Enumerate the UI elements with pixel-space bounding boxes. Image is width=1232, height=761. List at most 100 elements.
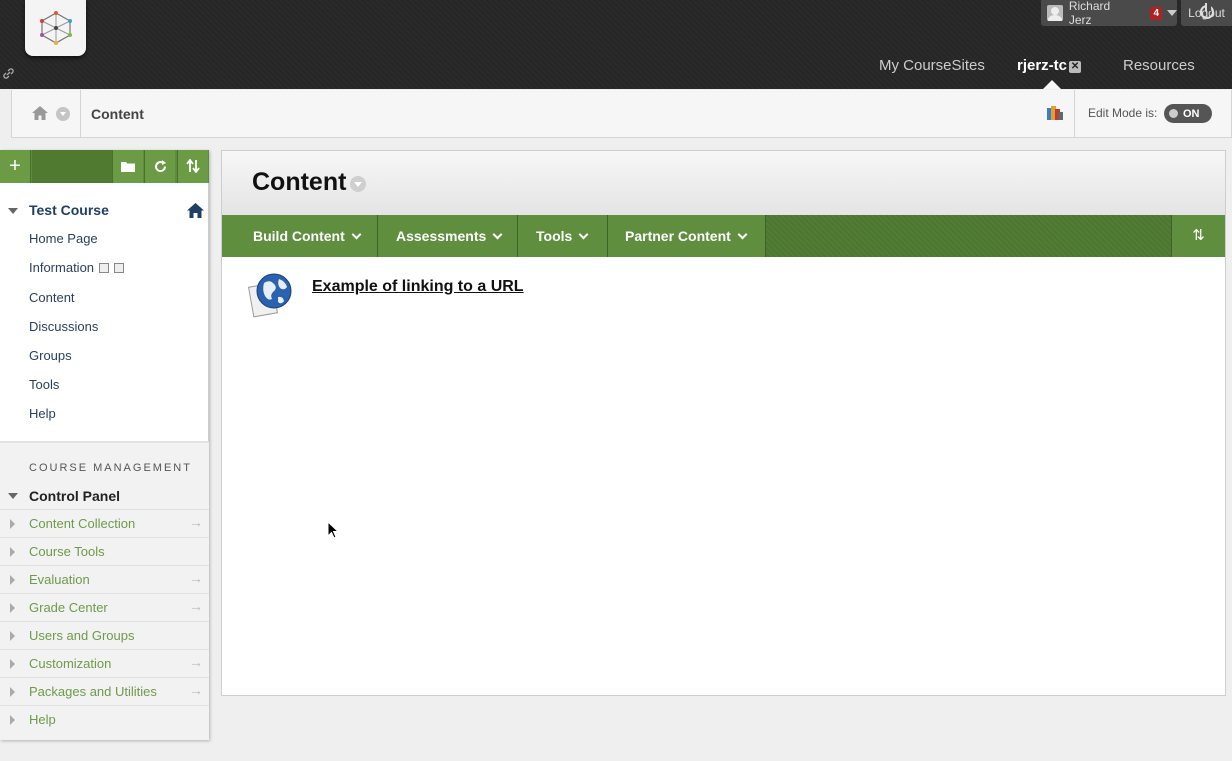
arrow-right-icon: → bbox=[189, 682, 203, 698]
control-panel-item-label: Grade Center bbox=[29, 600, 108, 615]
menu-item-content[interactable]: Content bbox=[29, 290, 75, 305]
home-icon[interactable] bbox=[32, 106, 48, 120]
mouse-cursor-icon bbox=[327, 521, 339, 539]
expand-icon bbox=[10, 687, 15, 697]
folder-icon bbox=[121, 162, 135, 172]
expand-icon bbox=[10, 603, 15, 613]
edit-mode-toggle[interactable]: ON bbox=[1164, 104, 1212, 123]
edit-mode-label: Edit Mode is: bbox=[1088, 106, 1158, 120]
course-management-header: COURSE MANAGEMENT bbox=[29, 462, 192, 474]
folder-view-button[interactable] bbox=[112, 150, 143, 183]
breadcrumb-menu-chevron-icon[interactable] bbox=[56, 107, 70, 121]
active-tab-indicator bbox=[1043, 80, 1061, 89]
expand-icon bbox=[10, 575, 15, 585]
chevron-down-icon[interactable] bbox=[1167, 10, 1177, 16]
page-title-menu-chevron-icon[interactable] bbox=[350, 176, 366, 192]
tab-resources[interactable]: Resources bbox=[1123, 57, 1195, 74]
tab-rjerz-tc[interactable]: rjerz-tc ✕ bbox=[1017, 57, 1082, 74]
edit-link-icon bbox=[99, 263, 110, 273]
tab-rjerz-tc-label: rjerz-tc bbox=[1017, 57, 1068, 74]
menu-item-information[interactable]: Information bbox=[29, 260, 125, 275]
web-link-icon bbox=[248, 273, 292, 318]
notification-badge[interactable]: 4 bbox=[1150, 6, 1162, 20]
control-panel-item-label: Help bbox=[29, 712, 56, 727]
edit-mode-divider bbox=[1074, 90, 1075, 137]
expand-icon bbox=[10, 659, 15, 669]
assessments-label: Assessments bbox=[396, 228, 487, 244]
expand-icon bbox=[10, 631, 15, 641]
menu-item-discussions[interactable]: Discussions bbox=[29, 319, 98, 334]
chevron-down-icon bbox=[578, 229, 589, 240]
control-panel-title[interactable]: Control Panel bbox=[29, 488, 120, 504]
control-panel-users-and-groups[interactable]: Users and Groups bbox=[0, 621, 209, 649]
content-header: Content bbox=[222, 151, 1225, 215]
course-menu-sidebar: + Test Course Home Page Information Cont… bbox=[0, 150, 209, 740]
chevron-down-icon bbox=[492, 229, 503, 240]
refresh-icon bbox=[154, 160, 166, 173]
partner-content-label: Partner Content bbox=[625, 228, 731, 244]
control-panel-item-label: Course Tools bbox=[29, 544, 105, 559]
control-panel-content-collection[interactable]: Content Collection → bbox=[0, 509, 209, 537]
arrow-right-icon: → bbox=[189, 654, 203, 670]
chevron-down-icon bbox=[351, 229, 362, 240]
refresh-button[interactable] bbox=[144, 150, 175, 183]
control-panel-grade-center[interactable]: Grade Center → bbox=[0, 593, 209, 621]
breadcrumb-current: Content bbox=[91, 106, 144, 122]
tab-my-coursesites[interactable]: My CourseSites bbox=[879, 57, 985, 74]
power-icon[interactable] bbox=[1200, 3, 1214, 19]
action-bar: Build Content Assessments Tools Partner … bbox=[222, 215, 1225, 257]
arrow-right-icon: → bbox=[189, 570, 203, 586]
page-title: Content bbox=[252, 168, 347, 196]
collapse-course-icon[interactable] bbox=[8, 208, 18, 214]
course-menu-field bbox=[32, 150, 112, 183]
control-panel-item-label: Users and Groups bbox=[29, 628, 135, 643]
add-menu-item-button[interactable]: + bbox=[0, 150, 31, 183]
sort-icon bbox=[186, 158, 200, 174]
build-content-label: Build Content bbox=[253, 228, 345, 244]
cube-logo-icon bbox=[39, 11, 72, 45]
breadcrumb-divider bbox=[80, 90, 81, 137]
edit-mode-value: ON bbox=[1183, 107, 1200, 120]
top-header: Richard Jerz 4 Logout My CourseSites rje… bbox=[0, 0, 1232, 89]
top-nav: My CourseSites rjerz-tc ✕ Resources bbox=[0, 57, 1232, 77]
menu-item-information-label: Information bbox=[29, 260, 95, 275]
content-area: Content Build Content Assessments Tools … bbox=[221, 150, 1226, 696]
collapse-control-panel-icon[interactable] bbox=[8, 493, 18, 499]
reorder-items-button[interactable]: ⇅ bbox=[1171, 215, 1225, 257]
menu-item-help[interactable]: Help bbox=[29, 406, 56, 421]
menu-item-home-page[interactable]: Home Page bbox=[29, 231, 98, 246]
close-icon[interactable]: ✕ bbox=[1069, 61, 1082, 73]
avatar bbox=[1047, 5, 1063, 21]
content-item-link[interactable]: Example of linking to a URL bbox=[312, 278, 524, 296]
control-panel-customization[interactable]: Customization → bbox=[0, 649, 209, 677]
build-content-button[interactable]: Build Content bbox=[222, 215, 378, 257]
tools-label: Tools bbox=[536, 228, 573, 244]
control-panel-course-tools[interactable]: Course Tools bbox=[0, 537, 209, 565]
course-menu-toolbar: + bbox=[0, 150, 209, 183]
coursesites-logo[interactable] bbox=[25, 0, 86, 56]
menu-item-groups[interactable]: Groups bbox=[29, 348, 72, 363]
color-palette-icon[interactable] bbox=[1047, 106, 1063, 120]
arrow-right-icon: → bbox=[189, 598, 203, 614]
reorder-menu-button[interactable] bbox=[177, 150, 208, 183]
partner-content-button[interactable]: Partner Content bbox=[608, 215, 766, 257]
user-menu[interactable]: Richard Jerz 4 bbox=[1041, 0, 1177, 27]
tools-button[interactable]: Tools bbox=[518, 215, 608, 257]
course-title[interactable]: Test Course bbox=[29, 202, 109, 218]
control-panel-item-label: Evaluation bbox=[29, 572, 90, 587]
control-panel-packages-and-utilities[interactable]: Packages and Utilities → bbox=[0, 677, 209, 705]
course-home-icon[interactable] bbox=[187, 203, 204, 218]
user-name: Richard Jerz bbox=[1068, 0, 1111, 27]
menu-item-tools[interactable]: Tools bbox=[29, 377, 59, 392]
hidden-item-icon bbox=[114, 263, 125, 273]
control-panel-item-label: Content Collection bbox=[29, 516, 136, 531]
assessments-button[interactable]: Assessments bbox=[378, 215, 518, 257]
toggle-knob bbox=[1169, 109, 1178, 118]
control-panel-item-label: Packages and Utilities bbox=[29, 684, 157, 699]
expand-icon bbox=[10, 715, 15, 725]
control-panel-evaluation[interactable]: Evaluation → bbox=[0, 565, 209, 593]
expand-icon bbox=[10, 547, 15, 557]
control-panel-help[interactable]: Help bbox=[0, 705, 209, 733]
control-panel-item-label: Customization bbox=[29, 656, 112, 671]
expand-icon bbox=[10, 519, 15, 529]
